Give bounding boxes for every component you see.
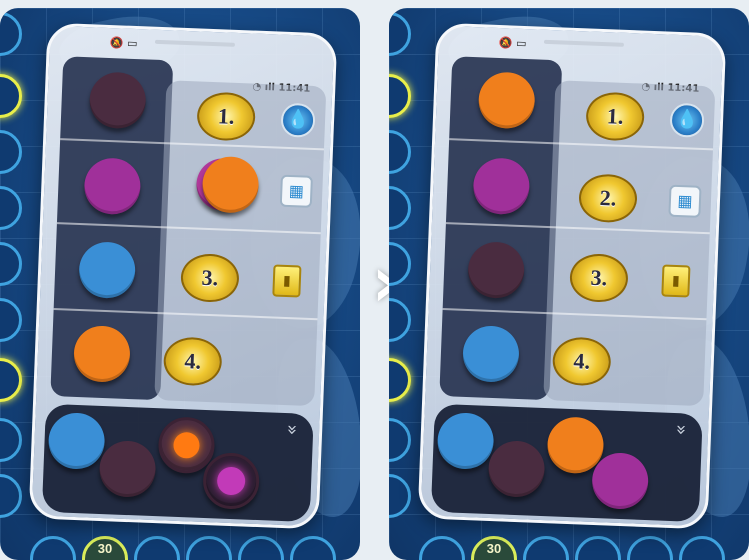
phone-speaker xyxy=(154,39,235,47)
phone-speaker xyxy=(543,39,624,47)
tank-icon: ▦ xyxy=(279,174,313,208)
after-panel: 30 🔕 ▭ ◔ ıll 11:41 1. 💧 2. ▦ 3. ▮ 4. « xyxy=(389,8,749,560)
before-panel: 30 🔕 ▭ ◔ ıll 11:41 1. 💧 ▦ 3. ▮ 4. « xyxy=(0,8,360,560)
phone-board: 🔕 ▭ ◔ ıll 11:41 1. 💧 ▦ 3. ▮ 4. « xyxy=(28,22,338,530)
chevron-up-icon[interactable]: « xyxy=(670,424,691,436)
tank-icon: ▦ xyxy=(668,184,702,218)
mute-battery-icon: 🔕 ▭ xyxy=(498,36,527,51)
purple-glow-icon xyxy=(216,466,246,496)
chip-icon: ▮ xyxy=(272,264,302,298)
track-value: 30 xyxy=(97,541,113,556)
mute-battery-icon: 🔕 ▭ xyxy=(109,36,138,51)
chip-icon: ▮ xyxy=(661,264,691,298)
track-value: 30 xyxy=(486,541,502,556)
phone-board: 🔕 ▭ ◔ ıll 11:41 1. 💧 2. ▦ 3. ▮ 4. « xyxy=(417,22,727,530)
orange-glow-icon xyxy=(173,431,200,459)
chevron-up-icon[interactable]: « xyxy=(281,424,302,436)
